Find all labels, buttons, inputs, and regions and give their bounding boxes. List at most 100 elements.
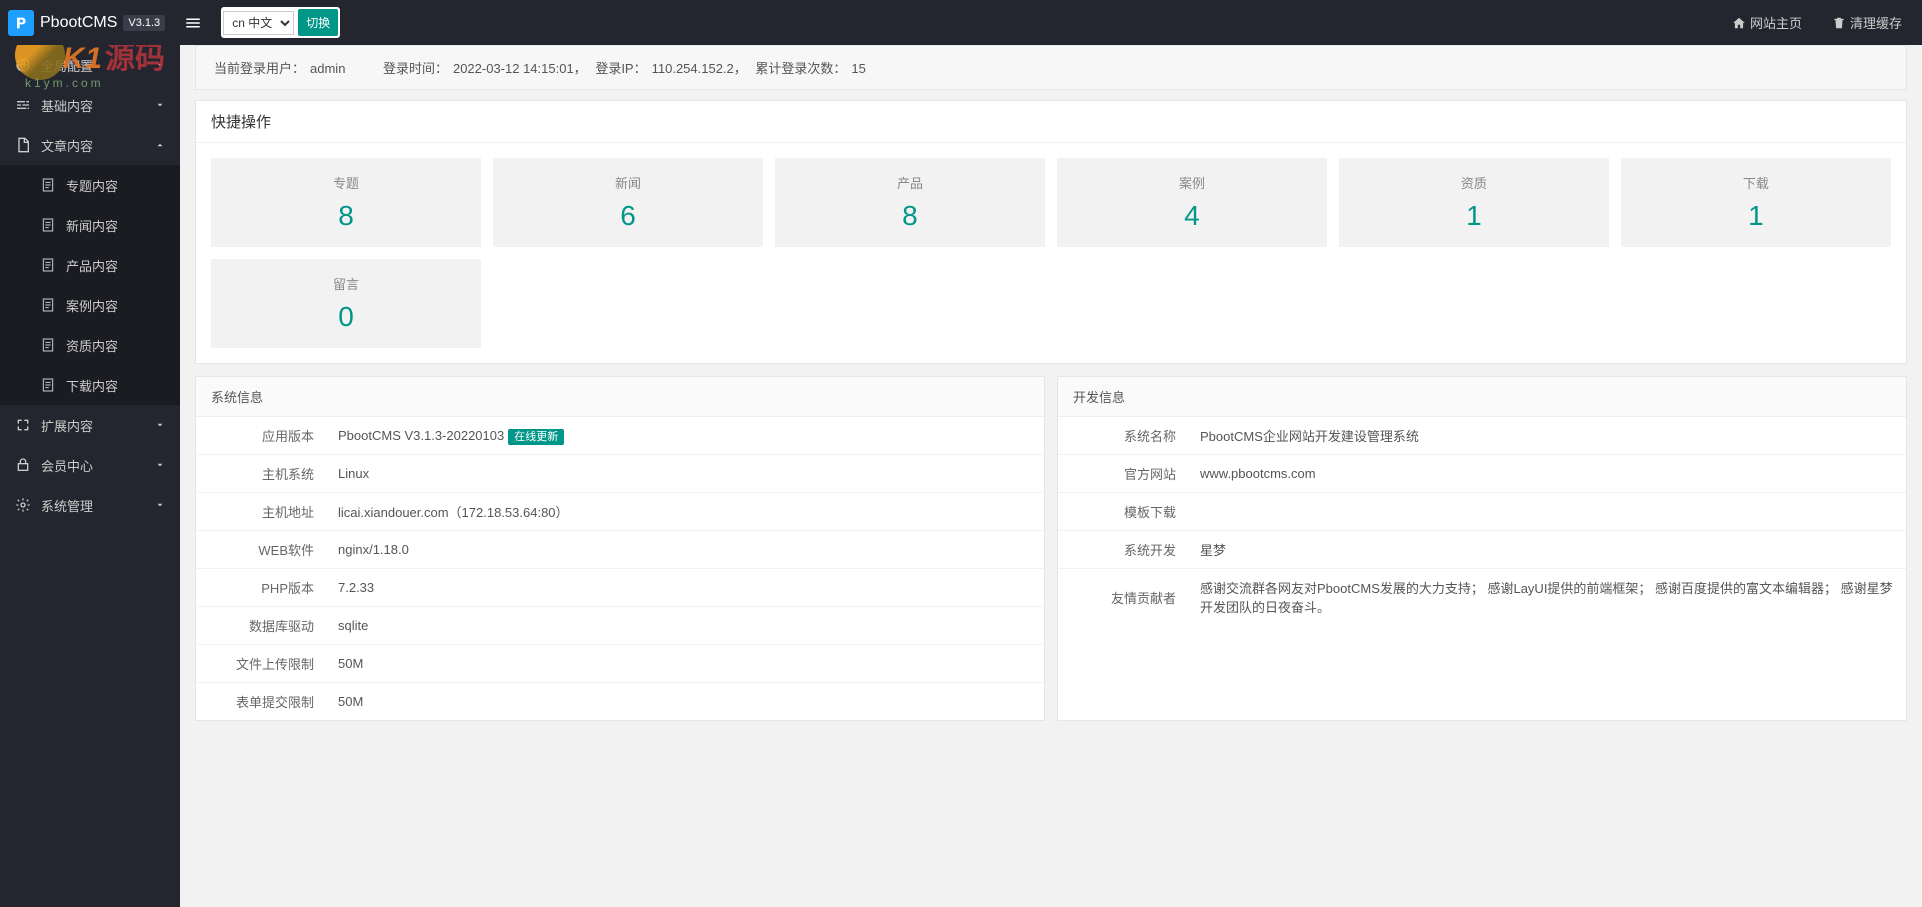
table-row: PHP版本7.2.33 bbox=[196, 569, 1044, 607]
row-label: 数据库驱动 bbox=[196, 607, 326, 645]
login-count-value: 15 bbox=[851, 61, 865, 76]
row-label: 系统开发 bbox=[1058, 531, 1188, 569]
dev-info-table: 系统名称PbootCMS企业网站开发建设管理系统官方网站www.pbootcms… bbox=[1058, 417, 1906, 625]
chevron-down-icon bbox=[155, 100, 165, 110]
lock-icon bbox=[15, 457, 31, 473]
nav-basic-content[interactable]: 基础内容 bbox=[0, 85, 180, 125]
row-label: 系统名称 bbox=[1058, 417, 1188, 455]
nav-sub-topic[interactable]: 专题内容 bbox=[0, 165, 180, 205]
nav-global-config[interactable]: 全局配置 bbox=[0, 45, 180, 85]
clear-cache-link[interactable]: 清理缓存 bbox=[1832, 13, 1902, 32]
nav-system-manage[interactable]: 系统管理 bbox=[0, 485, 180, 525]
expand-icon bbox=[15, 417, 31, 433]
nav-label: 专题内容 bbox=[66, 176, 118, 195]
quick-card[interactable]: 专题 8 bbox=[211, 158, 481, 247]
card-title: 案例 bbox=[1062, 173, 1322, 192]
card-number: 0 bbox=[216, 301, 476, 333]
menu-toggle[interactable] bbox=[173, 0, 213, 45]
file-text-icon bbox=[40, 177, 56, 193]
home-icon bbox=[1732, 16, 1746, 30]
gear-icon bbox=[15, 497, 31, 513]
file-text-icon bbox=[40, 337, 56, 353]
row-value: sqlite bbox=[326, 607, 1044, 645]
quick-card[interactable]: 产品 8 bbox=[775, 158, 1045, 247]
card-number: 8 bbox=[780, 200, 1040, 232]
quick-card[interactable]: 案例 4 bbox=[1057, 158, 1327, 247]
row-value: 7.2.33 bbox=[326, 569, 1044, 607]
quick-card[interactable]: 资质 1 bbox=[1339, 158, 1609, 247]
file-text-icon bbox=[40, 377, 56, 393]
site-home-link[interactable]: 网站主页 bbox=[1732, 13, 1802, 32]
language-switch-button[interactable]: 切换 bbox=[298, 9, 338, 36]
system-info-title: 系统信息 bbox=[196, 377, 1044, 417]
nav-label: 全局配置 bbox=[41, 56, 93, 75]
version-badge: V3.1.3 bbox=[123, 15, 165, 31]
nav-sub-cert[interactable]: 资质内容 bbox=[0, 325, 180, 365]
nav-label: 产品内容 bbox=[66, 256, 118, 275]
update-badge[interactable]: 在线更新 bbox=[508, 429, 564, 445]
quick-card[interactable]: 下载 1 bbox=[1621, 158, 1891, 247]
login-time-value: 2022-03-12 14:15:01， bbox=[453, 61, 587, 76]
dev-info-panel: 开发信息 系统名称PbootCMS企业网站开发建设管理系统官方网站www.pbo… bbox=[1057, 376, 1907, 721]
login-info-bar: 当前登录用户：admin 登录时间：2022-03-12 14:15:01， 登… bbox=[195, 45, 1907, 90]
file-icon bbox=[15, 137, 31, 153]
row-label: 主机地址 bbox=[196, 493, 326, 531]
row-label: 友情贡献者 bbox=[1058, 569, 1188, 626]
file-text-icon bbox=[40, 257, 56, 273]
row-value: 50M bbox=[326, 645, 1044, 683]
system-info-panel: 系统信息 应用版本PbootCMS V3.1.3-20220103在线更新主机系… bbox=[195, 376, 1045, 721]
nav-label: 下载内容 bbox=[66, 376, 118, 395]
row-value bbox=[1188, 493, 1906, 531]
clear-cache-label: 清理缓存 bbox=[1850, 13, 1902, 32]
nav-label: 新闻内容 bbox=[66, 216, 118, 235]
card-title: 专题 bbox=[216, 173, 476, 192]
chevron-up-icon bbox=[155, 140, 165, 150]
row-label: 应用版本 bbox=[196, 417, 326, 455]
nav-sub-case[interactable]: 案例内容 bbox=[0, 285, 180, 325]
top-header: PbootCMS V3.1.3 cn 中文 切换 网站主页 清理缓存 bbox=[0, 0, 1922, 45]
user-label: 当前登录用户： bbox=[214, 61, 305, 76]
quick-card[interactable]: 留言 0 bbox=[211, 259, 481, 348]
logo-area[interactable]: PbootCMS V3.1.3 bbox=[0, 0, 173, 45]
table-row: 应用版本PbootCMS V3.1.3-20220103在线更新 bbox=[196, 417, 1044, 455]
nav-article-content[interactable]: 文章内容 bbox=[0, 125, 180, 165]
login-ip-value: 110.254.152.2， bbox=[652, 61, 747, 76]
card-title: 留言 bbox=[216, 274, 476, 293]
table-row: 模板下载 bbox=[1058, 493, 1906, 531]
file-text-icon bbox=[40, 217, 56, 233]
card-number: 1 bbox=[1344, 200, 1604, 232]
row-label: 主机系统 bbox=[196, 455, 326, 493]
nav-label: 资质内容 bbox=[66, 336, 118, 355]
chevron-down-icon bbox=[155, 500, 165, 510]
row-label: 模板下载 bbox=[1058, 493, 1188, 531]
file-text-icon bbox=[40, 297, 56, 313]
table-row: 友情贡献者感谢交流群各网友对PbootCMS发展的大力支持； 感谢LayUI提供… bbox=[1058, 569, 1906, 626]
nav-sub-news[interactable]: 新闻内容 bbox=[0, 205, 180, 245]
nav-extend-content[interactable]: 扩展内容 bbox=[0, 405, 180, 445]
trash-icon bbox=[1832, 16, 1846, 30]
hamburger-icon bbox=[184, 14, 202, 32]
card-number: 4 bbox=[1062, 200, 1322, 232]
row-label: PHP版本 bbox=[196, 569, 326, 607]
row-value: www.pbootcms.com bbox=[1188, 455, 1906, 493]
nav-label: 案例内容 bbox=[66, 296, 118, 315]
row-value: PbootCMS企业网站开发建设管理系统 bbox=[1188, 417, 1906, 455]
main-content: 当前登录用户：admin 登录时间：2022-03-12 14:15:01， 登… bbox=[180, 45, 1922, 721]
quick-card[interactable]: 新闻6 bbox=[493, 158, 763, 247]
header-right: 网站主页 清理缓存 bbox=[1732, 13, 1922, 32]
language-select[interactable]: cn 中文 bbox=[223, 11, 294, 35]
nav-member-center[interactable]: 会员中心 bbox=[0, 445, 180, 485]
nav-sub-download[interactable]: 下载内容 bbox=[0, 365, 180, 405]
row-value: nginx/1.18.0 bbox=[326, 531, 1044, 569]
card-number: 1 bbox=[1626, 200, 1886, 232]
table-row: WEB软件nginx/1.18.0 bbox=[196, 531, 1044, 569]
card-number: 8 bbox=[216, 200, 476, 232]
card-title: 下载 bbox=[1626, 173, 1886, 192]
table-row: 官方网站www.pbootcms.com bbox=[1058, 455, 1906, 493]
brand-text: PbootCMS bbox=[40, 14, 117, 32]
chevron-down-icon bbox=[155, 460, 165, 470]
site-home-label: 网站主页 bbox=[1750, 13, 1802, 32]
card-title: 产品 bbox=[780, 173, 1040, 192]
nav-sub-product[interactable]: 产品内容 bbox=[0, 245, 180, 285]
card-title: 资质 bbox=[1344, 173, 1604, 192]
